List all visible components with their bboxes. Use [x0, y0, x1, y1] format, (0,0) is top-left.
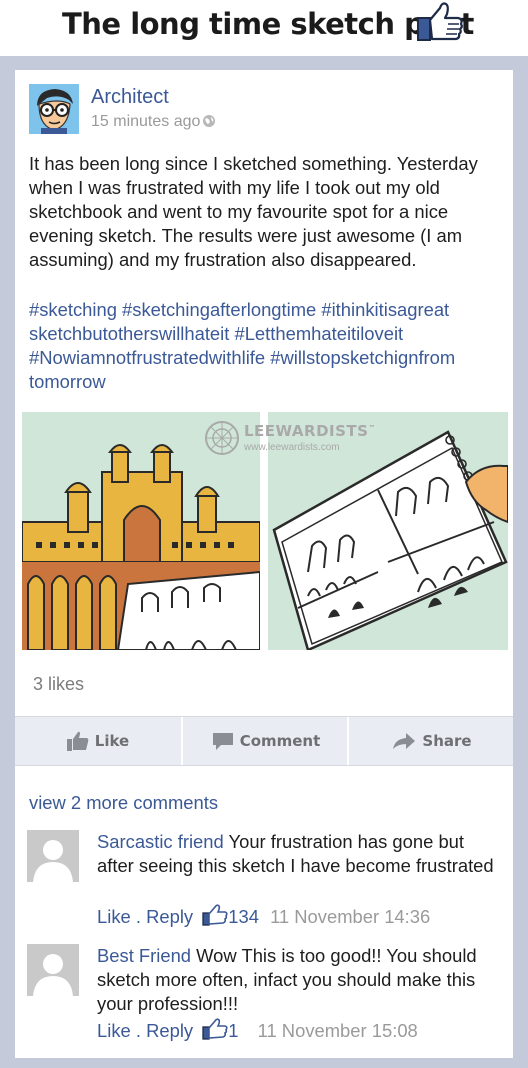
comment-button-label: Comment: [239, 732, 321, 750]
post-timestamp: 15 minutes ago: [91, 113, 216, 131]
cartoon-face-icon: [29, 84, 79, 134]
likes-count[interactable]: 3 likes: [33, 674, 84, 695]
comment-text: Sarcastic friend Your frustration has go…: [97, 830, 497, 878]
comment-bubble-icon: [212, 733, 233, 750]
comment-like-count: 134: [228, 906, 259, 927]
like-button-label: Like: [94, 732, 130, 750]
comment-reply-link[interactable]: Reply: [146, 906, 193, 927]
share-button[interactable]: Share: [347, 717, 515, 765]
comment-text: Best Friend Wow This is too good!! You s…: [97, 944, 497, 1016]
post-action-bar: Like Comment Share: [15, 716, 513, 766]
post-frame: Architect 15 minutes ago It has been lon…: [0, 56, 528, 1068]
comment-meta: Like . Reply 134 11 November 14:36: [97, 904, 430, 928]
commenter-avatar[interactable]: [27, 830, 79, 882]
post-body-text: It has been long since I sketched someth…: [29, 153, 478, 270]
share-arrow-icon: [393, 733, 416, 749]
commenter-name[interactable]: Sarcastic friend: [97, 831, 224, 852]
meta-separator: .: [130, 906, 147, 927]
view-more-comments-link[interactable]: view 2 more comments: [29, 792, 218, 814]
watermark-name: LEEWARDISTS™: [244, 422, 376, 440]
comment-date: 11 November 14:36: [270, 906, 431, 927]
thumbs-up-outline-icon: [202, 1018, 228, 1040]
author-avatar[interactable]: [29, 84, 79, 134]
post-hashtags[interactable]: #sketching #sketchingafterlongtime #ithi…: [29, 298, 505, 394]
comment-reply-link[interactable]: Reply: [146, 1020, 193, 1041]
share-button-label: Share: [422, 732, 472, 750]
like-button[interactable]: Like: [15, 717, 181, 765]
watermark-url: www.leewardists.com: [244, 442, 340, 453]
comment-like-link[interactable]: Like: [97, 906, 131, 927]
commenter-avatar[interactable]: [27, 944, 79, 996]
post-card: Architect 15 minutes ago It has been lon…: [15, 70, 513, 1058]
thumbs-up-outline-icon: [202, 904, 228, 926]
post-photo-collage[interactable]: LEEWARDISTS™ www.leewardists.com: [22, 412, 508, 652]
page-header: The long time sketch post: [0, 0, 528, 56]
post-author-name[interactable]: Architect: [91, 86, 169, 109]
post-time-text: 15 minutes ago: [91, 113, 201, 130]
default-user-icon: [27, 830, 79, 882]
leewardists-logo-icon: [205, 421, 239, 455]
thumbs-up-icon: [417, 2, 463, 41]
comment-like-count: 1: [228, 1020, 239, 1041]
comment-date: 11 November 15:08: [257, 1020, 418, 1041]
comment-like-link[interactable]: Like: [97, 1020, 131, 1041]
comment-item: Best Friend Wow This is too good!! You s…: [27, 944, 507, 1044]
comment-button[interactable]: Comment: [181, 717, 349, 765]
commenter-name[interactable]: Best Friend: [97, 945, 191, 966]
globe-icon[interactable]: [202, 114, 216, 128]
thumbs-up-icon: [66, 731, 89, 751]
comment-meta: Like . Reply 1 11 November 15:08: [97, 1018, 418, 1042]
page-title: The long time sketch post: [62, 7, 474, 41]
watermark: LEEWARDISTS™ www.leewardists.com: [204, 420, 375, 460]
default-user-icon: [27, 944, 79, 996]
meta-separator: .: [130, 1020, 147, 1041]
comment-item: Sarcastic friend Your frustration has go…: [27, 830, 507, 930]
